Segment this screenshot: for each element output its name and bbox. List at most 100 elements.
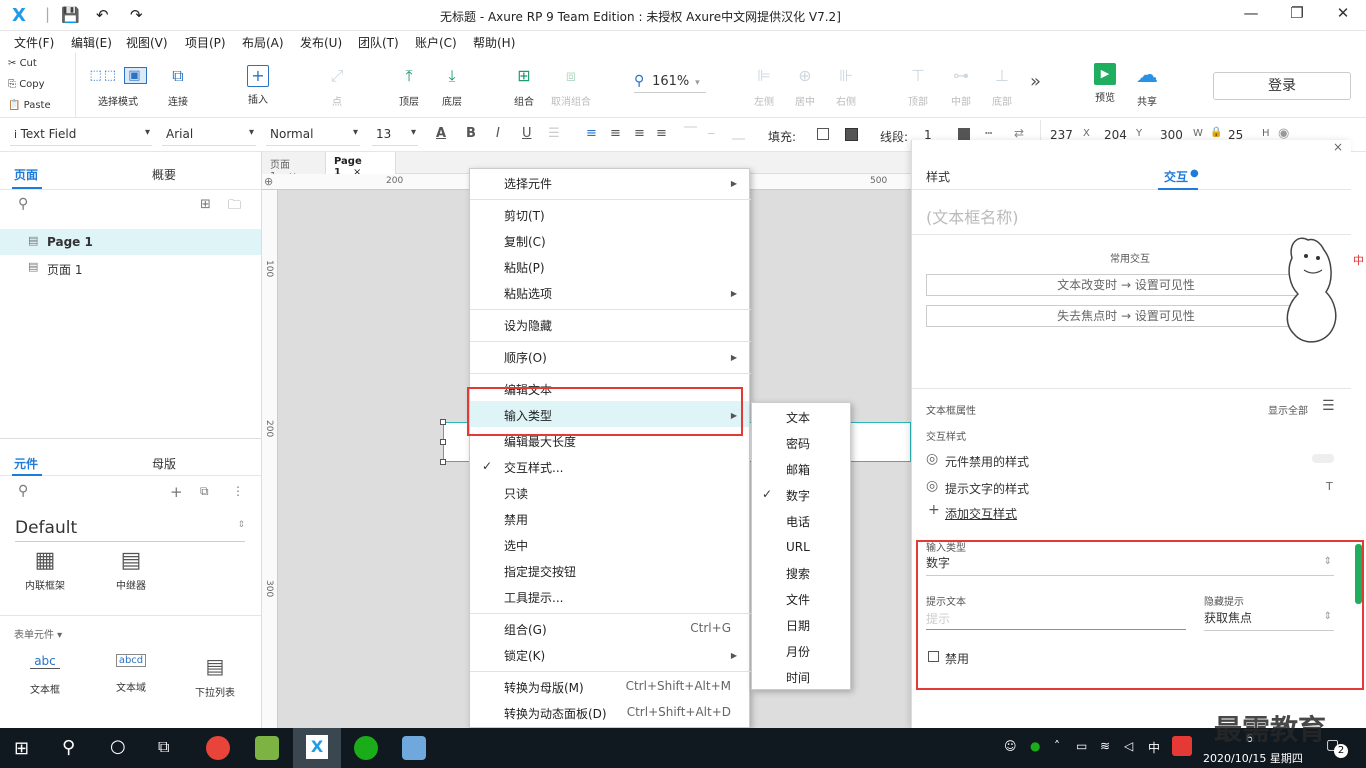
align-top-button[interactable]: ⊤ 顶部 [903, 63, 933, 108]
search-icon[interactable]: ⚲ [62, 737, 75, 758]
tab-interaction[interactable]: 交互 [1164, 168, 1188, 185]
font-weight-select[interactable]: Normal [266, 124, 360, 146]
menu-item-disabled[interactable]: 禁用 [504, 511, 528, 528]
font-family-select[interactable]: Arial [162, 124, 256, 146]
add-icon[interactable]: + [928, 502, 940, 518]
align-text-justify-icon[interactable]: ≡ [656, 126, 667, 141]
clock-date[interactable]: 2020/10/15 星期四 [1203, 750, 1303, 766]
add-folder-icon[interactable]: 🗀 [228, 196, 241, 218]
stroke-color-swatch[interactable] [958, 128, 970, 140]
widget-text-area[interactable]: abcd 文本域 [104, 654, 158, 694]
point-button[interactable]: ⤢ 点 [322, 63, 352, 108]
widget-name-input[interactable]: (文本框名称) [926, 204, 1019, 228]
resize-handle[interactable] [440, 439, 446, 445]
align-center-button[interactable]: ⊕ 居中 [790, 63, 820, 108]
close-button[interactable]: ✕ [1328, 4, 1358, 26]
page-item[interactable]: ▤ 页面 1 [0, 255, 261, 281]
copy-button[interactable]: ⎘ Copy [8, 79, 45, 90]
task-view-icon[interactable]: ⧉ [158, 737, 169, 757]
lock-ratio-icon[interactable]: 🔒 [1210, 127, 1222, 138]
notepad-icon[interactable] [402, 736, 426, 760]
visibility-eye-icon[interactable]: ◉ [1278, 126, 1289, 141]
ime-indicator[interactable]: 中 [1148, 739, 1160, 756]
library-select[interactable]: Default ⇕ [15, 518, 245, 542]
menu-item-copy[interactable]: 复制(C) [504, 233, 546, 250]
more-tools-button[interactable]: » [1030, 71, 1041, 92]
bullet-list-icon[interactable]: ☰ [548, 126, 560, 141]
italic-icon[interactable]: I [496, 126, 500, 141]
tab-widgets[interactable]: 元件 [14, 455, 38, 472]
paste-button[interactable]: 📋 Paste [8, 100, 51, 111]
redo-icon[interactable]: ↷ [130, 6, 143, 24]
widget-repeater[interactable]: ▤ 中继器 [104, 548, 158, 592]
resize-handle[interactable] [440, 459, 446, 465]
menu-icon[interactable]: ☰ [1322, 398, 1335, 414]
tab-outline[interactable]: 概要 [152, 166, 176, 183]
menu-view[interactable]: 视图(V) [126, 34, 168, 51]
ungroup-button[interactable]: ⧈ 取消组合 [548, 63, 594, 108]
menu-item-convert-panel[interactable]: 转换为动态面板(D) [504, 705, 607, 722]
font-size-select[interactable]: 13 [372, 124, 418, 146]
tab-style[interactable]: 样式 [926, 168, 950, 185]
minimize-button[interactable]: — [1236, 4, 1266, 26]
doc-tab[interactable]: 页面 1× [262, 152, 326, 182]
stroke-pattern-icon[interactable]: ┅ [985, 126, 992, 140]
menu-item-interaction-styles[interactable]: 交互样式... [504, 459, 563, 476]
tray-device-icon[interactable]: ▭ [1076, 739, 1087, 753]
search-icon[interactable]: ⚲ [18, 483, 28, 499]
menu-item-set-hidden[interactable]: 设为隐藏 [504, 317, 552, 334]
connect-button[interactable]: ⧉ 连接 [160, 63, 196, 108]
preview-button[interactable]: ▶ 预览 [1090, 63, 1120, 104]
menu-item-readonly[interactable]: 只读 [504, 485, 528, 502]
submenu-item-phone[interactable]: 电话 [786, 513, 810, 530]
add-library-icon[interactable]: + [170, 483, 183, 501]
fill-color-swatch[interactable] [817, 128, 829, 140]
menu-item-order[interactable]: 顺序(O) [504, 349, 547, 366]
doc-tab-active[interactable]: Page 1 × [326, 152, 396, 178]
maximize-button[interactable]: ❐ [1282, 4, 1312, 26]
volume-icon[interactable]: ◁ [1124, 739, 1133, 753]
menu-project[interactable]: 项目(P) [185, 34, 226, 51]
menu-help[interactable]: 帮助(H) [473, 34, 515, 51]
menu-item-lock[interactable]: 锁定(K) [504, 647, 545, 664]
sogou-ime-icon[interactable] [1172, 736, 1192, 756]
cortana-icon[interactable]: ○ [110, 736, 126, 757]
menu-item-cut[interactable]: 剪切(T) [504, 207, 545, 224]
widget-type-select[interactable]: ⅰ Text Field [10, 124, 152, 146]
close-icon[interactable]: × [1333, 140, 1343, 154]
submenu-item-search[interactable]: 搜索 [786, 565, 810, 582]
menu-item-paste[interactable]: 粘贴(P) [504, 259, 545, 276]
menu-file[interactable]: 文件(F) [14, 34, 54, 51]
menu-account[interactable]: 账户(C) [415, 34, 457, 51]
tab-masters[interactable]: 母版 [152, 455, 176, 472]
menu-team[interactable]: 团队(T) [358, 34, 399, 51]
tray-icon[interactable]: ☺ [1004, 739, 1017, 753]
menu-item-paste-options[interactable]: 粘贴选项 [504, 285, 552, 302]
bold-icon[interactable]: B [466, 126, 476, 141]
menu-item-tooltip[interactable]: 工具提示... [504, 589, 563, 606]
align-left-button[interactable]: ⊫ 左侧 [749, 63, 779, 108]
submenu-item-email[interactable]: 邮箱 [786, 461, 810, 478]
wechat-icon[interactable] [354, 736, 378, 760]
resize-handle[interactable] [440, 419, 446, 425]
menu-publish[interactable]: 发布(U) [300, 34, 342, 51]
form-widgets-header[interactable]: 表单元件 ▾ [14, 626, 62, 641]
align-right-button[interactable]: ⊪ 右侧 [831, 63, 861, 108]
align-bottom-button[interactable]: ⊥ 底部 [987, 63, 1017, 108]
add-page-icon[interactable]: ⊞ [200, 197, 211, 212]
add-style-link[interactable]: 添加交互样式 [945, 505, 1017, 522]
tray-expand-icon[interactable]: ˄ [1054, 739, 1060, 753]
wifi-icon[interactable]: ≋ [1100, 739, 1110, 753]
shadow-swatch[interactable] [845, 128, 858, 141]
save-icon[interactable]: 💾 [61, 6, 80, 24]
submenu-item-url[interactable]: URL [786, 540, 810, 554]
disabled-style-item[interactable]: 元件禁用的样式 [945, 453, 1029, 470]
page-item-selected[interactable]: ▤ Page 1 [0, 229, 261, 255]
library-copy-icon[interactable]: ⧉ [200, 484, 209, 499]
font-color-icon[interactable]: A [436, 126, 446, 141]
group-button[interactable]: ⊞ 组合 [508, 63, 540, 108]
interaction-text-change[interactable]: 文本改变时 → 设置可见性 [926, 274, 1326, 296]
zoom-control[interactable]: ⚲ 161% ▾ [634, 73, 706, 93]
tray-wechat-icon[interactable]: ● [1030, 739, 1040, 753]
windows-start-icon[interactable]: ⊞ [14, 738, 29, 759]
